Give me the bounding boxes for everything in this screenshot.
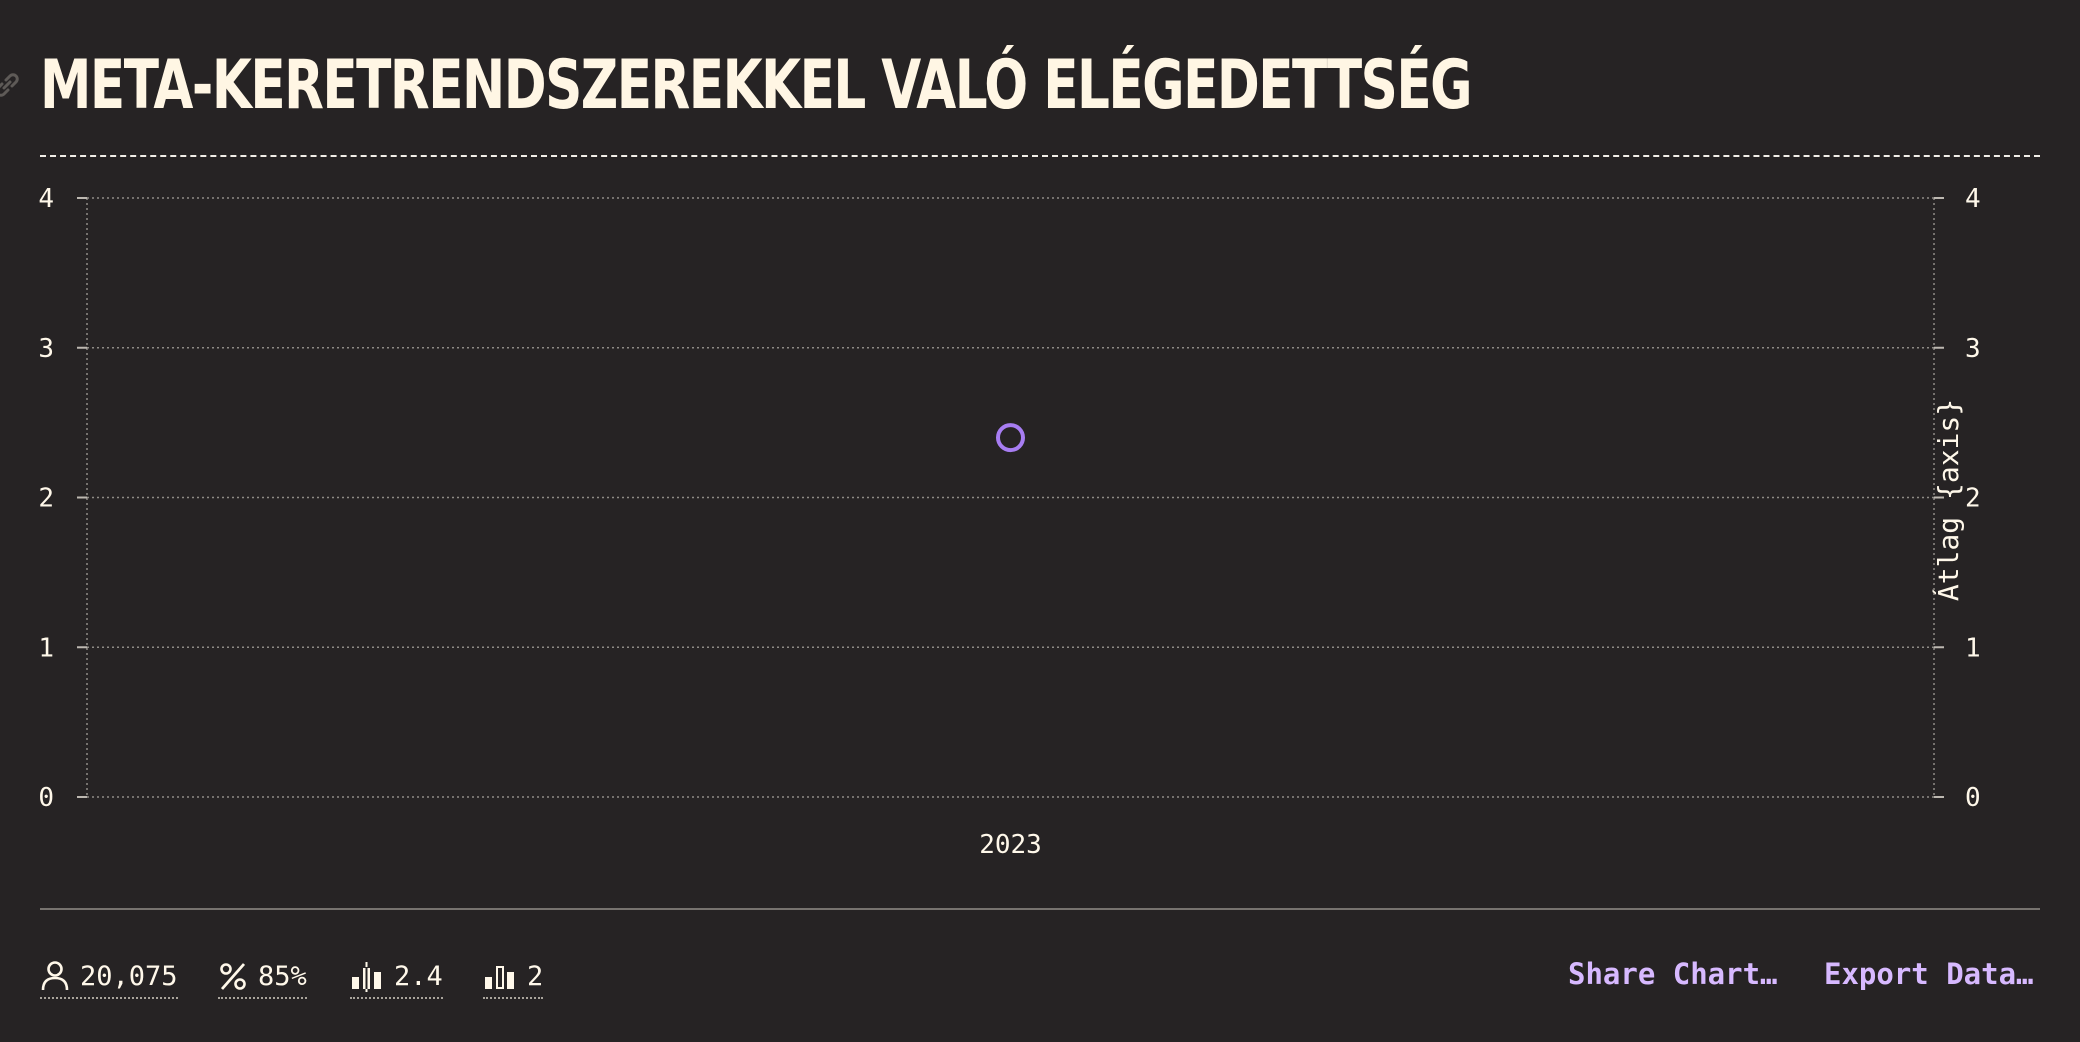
respondents-value: 20,075	[80, 960, 178, 992]
x-tick-label: 2023	[979, 830, 1042, 860]
data-point	[996, 423, 1025, 453]
user-icon	[41, 961, 69, 991]
average-bars-icon	[352, 962, 381, 992]
average-stat[interactable]: 2.4	[350, 955, 443, 999]
y-tick-label: 2	[38, 484, 54, 514]
footer-divider	[40, 908, 2040, 910]
y2-tick-label: 1	[1965, 633, 1981, 663]
average-value: 2.4	[394, 960, 443, 992]
y2-tick-label: 3	[1965, 334, 1981, 364]
y2-tick-label: 0	[1965, 783, 1981, 813]
share-chart-button[interactable]: Share Chart…	[1568, 957, 1778, 991]
export-data-button[interactable]: Export Data…	[1824, 957, 2034, 991]
median-value: 2	[527, 960, 544, 992]
median-bars-icon	[485, 966, 514, 989]
y2-tick-label: 4	[1965, 184, 1981, 214]
percent-icon	[220, 963, 246, 990]
y2-axis-title: Átlag {axis}	[1931, 399, 1965, 601]
y-tick-label: 1	[38, 633, 54, 663]
y-tick-label: 3	[38, 334, 54, 364]
y2-tick-label: 2	[1965, 484, 1981, 514]
y-tick-label: 4	[38, 184, 54, 214]
percentage-value: 85%	[258, 960, 307, 992]
percentage-stat[interactable]: 85%	[218, 955, 307, 999]
chart-area: 0 0 1 1 2 2 3 3 4 4 2023 Átlag {axis}	[38, 184, 1981, 860]
respondents-stat[interactable]: 20,075	[40, 955, 178, 999]
median-stat[interactable]: 2	[483, 955, 544, 999]
y-tick-label: 0	[38, 783, 54, 813]
